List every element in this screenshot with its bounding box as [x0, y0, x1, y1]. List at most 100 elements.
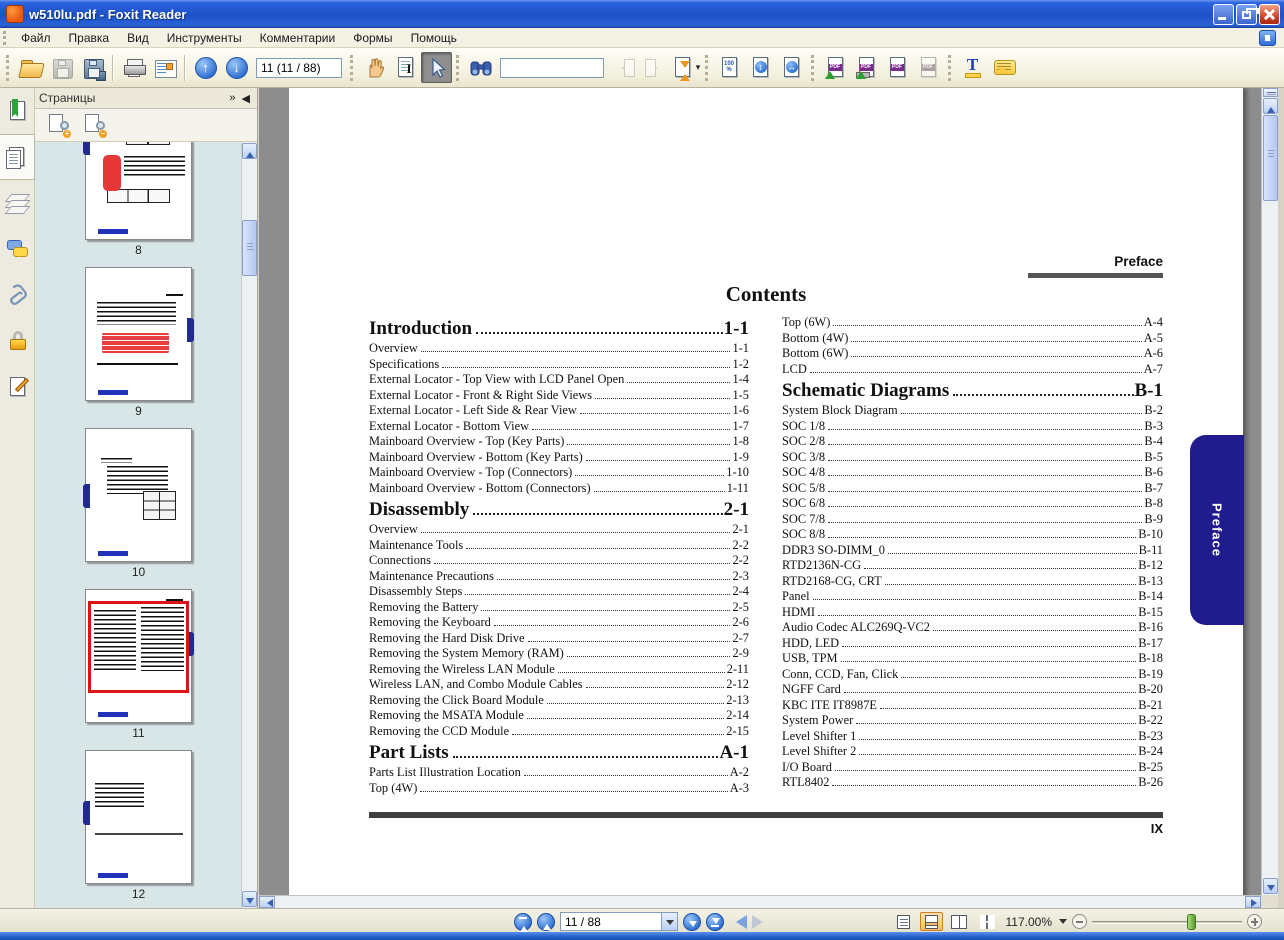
toc-entry[interactable]: Removing the Click Board Module2-13: [369, 693, 749, 709]
scroll-up-button[interactable]: [1263, 98, 1278, 114]
close-button[interactable]: [1259, 4, 1280, 25]
thumbnail-image[interactable]: [85, 428, 192, 562]
thumbnail-page-12[interactable]: 12: [85, 750, 192, 901]
scroll-down-button[interactable]: [242, 891, 257, 907]
thumbnail-image[interactable]: [85, 267, 192, 401]
toc-entry[interactable]: Disassembly Steps2-4: [369, 584, 749, 600]
toc-entry[interactable]: External Locator - Front & Right Side Vi…: [369, 388, 749, 404]
toolbar-grip[interactable]: [948, 55, 953, 81]
toolbar-grip[interactable]: [350, 55, 355, 81]
toolbar-grip[interactable]: [705, 55, 710, 81]
previous-view-button[interactable]: [729, 915, 747, 929]
last-page-button[interactable]: [706, 913, 724, 931]
email-button[interactable]: [149, 52, 180, 83]
note-button[interactable]: [988, 52, 1019, 83]
toc-entry[interactable]: Top (6W)A-4: [782, 315, 1163, 331]
menu-item-2[interactable]: Вид: [118, 29, 158, 47]
scroll-down-button[interactable]: [1263, 878, 1278, 894]
toc-entry[interactable]: Removing the Wireless LAN Module2-11: [369, 662, 749, 678]
toc-entry[interactable]: Mainboard Overview - Top (Connectors)1-1…: [369, 465, 749, 481]
toc-entry[interactable]: SOC 8/8B-10: [782, 527, 1163, 543]
scroll-right-button[interactable]: [1245, 896, 1261, 908]
toc-entry[interactable]: USB, TPMB-18: [782, 651, 1163, 667]
thumbnail-image[interactable]: [85, 750, 192, 884]
save-as-button[interactable]: [77, 52, 108, 83]
vertical-scrollbar[interactable]: [1261, 88, 1278, 895]
search-input[interactable]: [500, 58, 604, 78]
first-page-button[interactable]: [514, 913, 532, 931]
toc-entry[interactable]: Bottom (6W)A-6: [782, 346, 1163, 362]
toc-heading[interactable]: Schematic DiagramsB-1: [782, 379, 1163, 402]
layers-panel-button[interactable]: [0, 180, 35, 226]
panel-expand-button[interactable]: »: [226, 92, 238, 104]
toc-entry[interactable]: Level Shifter 1B-23: [782, 729, 1163, 745]
pdf-from-scanner-button[interactable]: PDF: [851, 52, 882, 83]
zoom-dropdown-button[interactable]: [1059, 919, 1067, 928]
pages-panel-button[interactable]: [0, 134, 35, 180]
open-button[interactable]: [15, 52, 46, 83]
horizontal-scrollbar[interactable]: [259, 895, 1261, 908]
menu-item-1[interactable]: Правка: [60, 29, 119, 47]
toc-entry[interactable]: Overview2-1: [369, 522, 749, 538]
toc-entry[interactable]: Audio Codec ALC269Q-VC2B-16: [782, 620, 1163, 636]
toc-heading[interactable]: Part ListsA-1: [369, 741, 749, 764]
toc-entry[interactable]: External Locator - Left Side & Rear View…: [369, 403, 749, 419]
scrollbar-thumb[interactable]: [1263, 115, 1278, 201]
menu-item-6[interactable]: Помощь: [402, 29, 466, 47]
toc-entry[interactable]: Removing the Battery2-5: [369, 600, 749, 616]
page-select-combo[interactable]: [560, 912, 678, 931]
fit-page-button[interactable]: ↕: [745, 52, 776, 83]
zoom-100-button[interactable]: 100%: [714, 52, 745, 83]
toc-entry[interactable]: SOC 7/8B-9: [782, 512, 1163, 528]
toc-heading[interactable]: Disassembly2-1: [369, 498, 749, 521]
previous-page-button[interactable]: [537, 913, 555, 931]
pdf-page[interactable]: Preface Contents Introduction1-1Overview…: [289, 88, 1243, 898]
toc-entry[interactable]: RTD2168-CG, CRTB-13: [782, 574, 1163, 590]
dropdown-caret-icon[interactable]: ▾: [696, 62, 701, 73]
toc-entry[interactable]: KBC ITE IT8987EB-21: [782, 698, 1163, 714]
toc-entry[interactable]: Mainboard Overview - Bottom (Key Parts)1…: [369, 450, 749, 466]
previous-page-button[interactable]: ↑: [190, 52, 221, 83]
toc-entry[interactable]: Overview1-1: [369, 341, 749, 357]
scrollbar-thumb[interactable]: [242, 220, 257, 276]
toc-entry[interactable]: Wireless LAN, and Combo Module Cables2-1…: [369, 677, 749, 693]
thumbnail-page-11[interactable]: 11: [85, 589, 192, 740]
zoom-in-button[interactable]: [1247, 914, 1262, 929]
toc-entry[interactable]: LCDA-7: [782, 362, 1163, 378]
zoom-slider-thumb[interactable]: [1187, 914, 1196, 930]
toc-entry[interactable]: SOC 1/8B-3: [782, 419, 1163, 435]
next-page-button[interactable]: [683, 913, 701, 931]
toc-entry[interactable]: SOC 4/8B-6: [782, 465, 1163, 481]
facing-mode-button[interactable]: [948, 912, 971, 931]
thumbnail-page-9[interactable]: 9: [85, 267, 192, 418]
menu-item-5[interactable]: Формы: [344, 29, 401, 47]
fit-width-button[interactable]: ↔: [776, 52, 807, 83]
toolbar-grip[interactable]: [811, 55, 816, 81]
signatures-panel-button[interactable]: [0, 364, 35, 410]
fullscreen-icon[interactable]: [1259, 30, 1276, 46]
thumbnail-page-8[interactable]: 8: [85, 142, 192, 257]
toc-entry[interactable]: SOC 3/8B-5: [782, 450, 1163, 466]
toc-entry[interactable]: Removing the Hard Disk Drive2-7: [369, 631, 749, 647]
toc-entry[interactable]: HDD, LEDB-17: [782, 636, 1163, 652]
toc-entry[interactable]: Mainboard Overview - Top (Key Parts)1-8: [369, 434, 749, 450]
toc-entry[interactable]: System PowerB-22: [782, 713, 1163, 729]
toc-entry[interactable]: HDMIB-15: [782, 605, 1163, 621]
combo-dropdown-button[interactable]: [661, 913, 677, 930]
toc-entry[interactable]: External Locator - Bottom View1-7: [369, 419, 749, 435]
single-page-mode-button[interactable]: [892, 912, 915, 931]
thumbnail-scrollbar[interactable]: [241, 142, 257, 908]
comments-panel-button[interactable]: [0, 226, 35, 272]
toc-entry[interactable]: I/O BoardB-25: [782, 760, 1163, 776]
continuous-mode-button[interactable]: [920, 912, 943, 931]
scroll-up-button[interactable]: [242, 143, 257, 159]
toc-entry[interactable]: Removing the Keyboard2-6: [369, 615, 749, 631]
toc-entry[interactable]: Removing the System Memory (RAM)2-9: [369, 646, 749, 662]
toc-entry[interactable]: Parts List Illustration LocationA-2: [369, 765, 749, 781]
print-button[interactable]: [118, 52, 149, 83]
toc-entry[interactable]: SOC 2/8B-4: [782, 434, 1163, 450]
thumbnail-image[interactable]: [85, 589, 192, 723]
thumbnail-zoom-in-button[interactable]: +: [47, 113, 69, 137]
split-view-handle[interactable]: [1263, 88, 1278, 97]
select-text-button[interactable]: I: [390, 52, 421, 83]
